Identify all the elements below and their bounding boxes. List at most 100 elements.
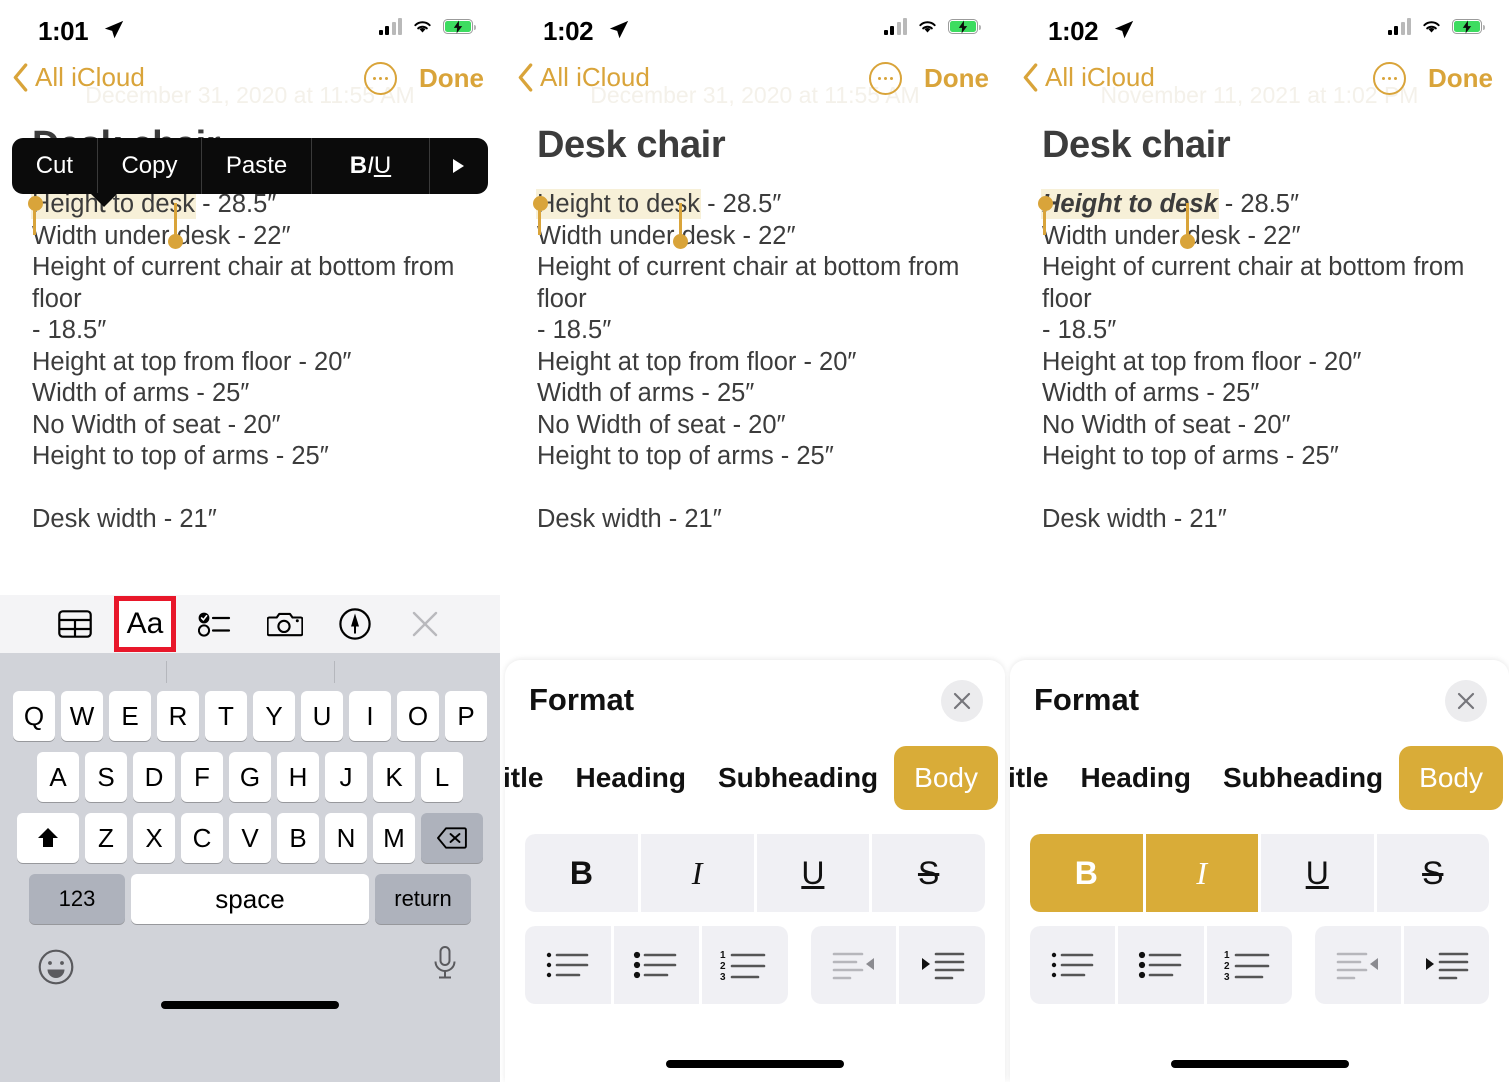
close-icon[interactable] <box>399 601 451 647</box>
key-U[interactable]: U <box>301 691 343 741</box>
done-button[interactable]: Done <box>1428 63 1493 94</box>
style-chip-title[interactable]: itle <box>1010 748 1064 808</box>
format-aa-icon[interactable]: Aa <box>114 596 176 652</box>
key-I[interactable]: I <box>349 691 391 741</box>
key-F[interactable]: F <box>181 752 223 802</box>
selected-text[interactable]: Height to desk <box>1042 189 1218 219</box>
list-style-segment: 1 2 3 <box>525 926 985 1004</box>
outdent-icon[interactable] <box>810 926 897 1004</box>
style-chip-heading[interactable]: Heading <box>559 748 701 808</box>
key-T[interactable]: T <box>205 691 247 741</box>
key-D[interactable]: D <box>133 752 175 802</box>
space-key[interactable]: space <box>131 874 369 924</box>
key-E[interactable]: E <box>109 691 151 741</box>
key-X[interactable]: X <box>133 813 175 863</box>
selection-end-handle[interactable] <box>168 234 183 249</box>
style-chip-heading[interactable]: Heading <box>1064 748 1206 808</box>
key-B[interactable]: B <box>277 813 319 863</box>
selected-text[interactable]: Height to desk <box>537 189 701 219</box>
key-V[interactable]: V <box>229 813 271 863</box>
italic-button[interactable]: I <box>1145 834 1258 912</box>
note-body[interactable]: Desk chair Height to desk - 28.5″ Width … <box>505 124 1005 536</box>
camera-icon[interactable] <box>259 601 311 647</box>
table-icon[interactable] <box>49 601 101 647</box>
strikethrough-button[interactable]: S <box>1376 834 1489 912</box>
close-icon[interactable] <box>941 680 983 722</box>
paragraph-style-scroller[interactable]: itle Heading Subheading Body Mor <box>505 738 1005 834</box>
style-chip-more[interactable]: Mor <box>998 748 1005 808</box>
key-Q[interactable]: Q <box>13 691 55 741</box>
style-chip-title[interactable]: itle <box>505 748 559 808</box>
key-G[interactable]: G <box>229 752 271 802</box>
format-sheet[interactable]: Format itle Heading Subheading Body Mor … <box>505 660 1005 1082</box>
microphone-icon[interactable] <box>432 945 458 988</box>
more-options-button[interactable] <box>364 62 397 95</box>
italic-button[interactable]: I <box>640 834 754 912</box>
selection-end-handle[interactable] <box>673 234 688 249</box>
more-options-button[interactable] <box>1373 62 1406 95</box>
key-P[interactable]: P <box>445 691 487 741</box>
strikethrough-button[interactable]: S <box>872 834 985 912</box>
note-body[interactable]: Desk chair Height to desk - 28.5″ Width … <box>1010 124 1509 536</box>
key-Z[interactable]: Z <box>85 813 127 863</box>
checklist-icon[interactable] <box>189 601 241 647</box>
text-edit-menu[interactable]: Cut Copy Paste BIU <box>12 138 488 207</box>
bold-button[interactable]: B <box>525 834 638 912</box>
biu-format-button[interactable]: BIU <box>312 138 430 194</box>
style-chip-body[interactable]: Body <box>894 746 998 810</box>
key-M[interactable]: M <box>373 813 415 863</box>
emoji-icon[interactable] <box>38 949 74 990</box>
backspace-key[interactable] <box>421 813 483 863</box>
selection-end-handle[interactable] <box>1180 234 1195 249</box>
style-chip-subheading[interactable]: Subheading <box>702 748 894 808</box>
key-W[interactable]: W <box>61 691 103 741</box>
note-text-lines[interactable]: Height to desk - 28.5″ Width under desk … <box>1042 189 1477 536</box>
key-H[interactable]: H <box>277 752 319 802</box>
paragraph-style-scroller[interactable]: itle Heading Subheading Body Mor <box>1010 738 1509 834</box>
key-K[interactable]: K <box>373 752 415 802</box>
more-menu-button[interactable] <box>430 138 488 194</box>
indent-icon[interactable] <box>1403 926 1489 1004</box>
dashed-list-icon[interactable] <box>525 926 611 1004</box>
key-O[interactable]: O <box>397 691 439 741</box>
key-J[interactable]: J <box>325 752 367 802</box>
dashed-list-icon[interactable] <box>1030 926 1116 1004</box>
key-N[interactable]: N <box>325 813 367 863</box>
keyboard-accessory-bar[interactable]: Aa <box>0 595 500 653</box>
underline-button[interactable]: U <box>756 834 870 912</box>
markup-pen-icon[interactable] <box>329 601 381 647</box>
done-button[interactable]: Done <box>419 63 484 94</box>
shift-key[interactable] <box>17 813 79 863</box>
key-C[interactable]: C <box>181 813 223 863</box>
paste-button[interactable]: Paste <box>202 138 312 194</box>
bold-button[interactable]: B <box>1030 834 1143 912</box>
style-chip-subheading[interactable]: Subheading <box>1207 748 1399 808</box>
key-Y[interactable]: Y <box>253 691 295 741</box>
style-chip-body[interactable]: Body <box>1399 746 1503 810</box>
numbers-key[interactable]: 123 <box>29 874 125 924</box>
key-A[interactable]: A <box>37 752 79 802</box>
copy-button[interactable]: Copy <box>98 138 203 194</box>
key-R[interactable]: R <box>157 691 199 741</box>
bulleted-list-icon[interactable] <box>1118 926 1204 1004</box>
style-chip-more[interactable]: Mor <box>1503 748 1509 808</box>
done-button[interactable]: Done <box>924 63 989 94</box>
key-L[interactable]: L <box>421 752 463 802</box>
format-sheet[interactable]: Format itle Heading Subheading Body Mor … <box>1010 660 1509 1082</box>
key-S[interactable]: S <box>85 752 127 802</box>
more-options-button[interactable] <box>869 62 902 95</box>
battery-charging-icon <box>1452 19 1486 34</box>
return-key[interactable]: return <box>375 874 471 924</box>
note-text-lines[interactable]: Height to desk - 28.5″ Width under desk … <box>537 189 973 536</box>
numbered-list-icon[interactable]: 1 2 3 <box>702 926 788 1004</box>
selection-end-caret <box>679 203 682 235</box>
bulleted-list-icon[interactable] <box>613 926 700 1004</box>
indent-icon[interactable] <box>899 926 985 1004</box>
numbered-list-icon[interactable]: 1 2 3 <box>1206 926 1293 1004</box>
note-text-lines[interactable]: Height to desk - 28.5″ Width under desk … <box>32 189 468 536</box>
onscreen-keyboard[interactable]: Q W E R T Y U I O P A S D F G H J K L Z … <box>0 653 500 1082</box>
outdent-icon[interactable] <box>1315 926 1401 1004</box>
close-icon[interactable] <box>1445 680 1487 722</box>
cut-button[interactable]: Cut <box>12 138 98 194</box>
underline-button[interactable]: U <box>1261 834 1374 912</box>
